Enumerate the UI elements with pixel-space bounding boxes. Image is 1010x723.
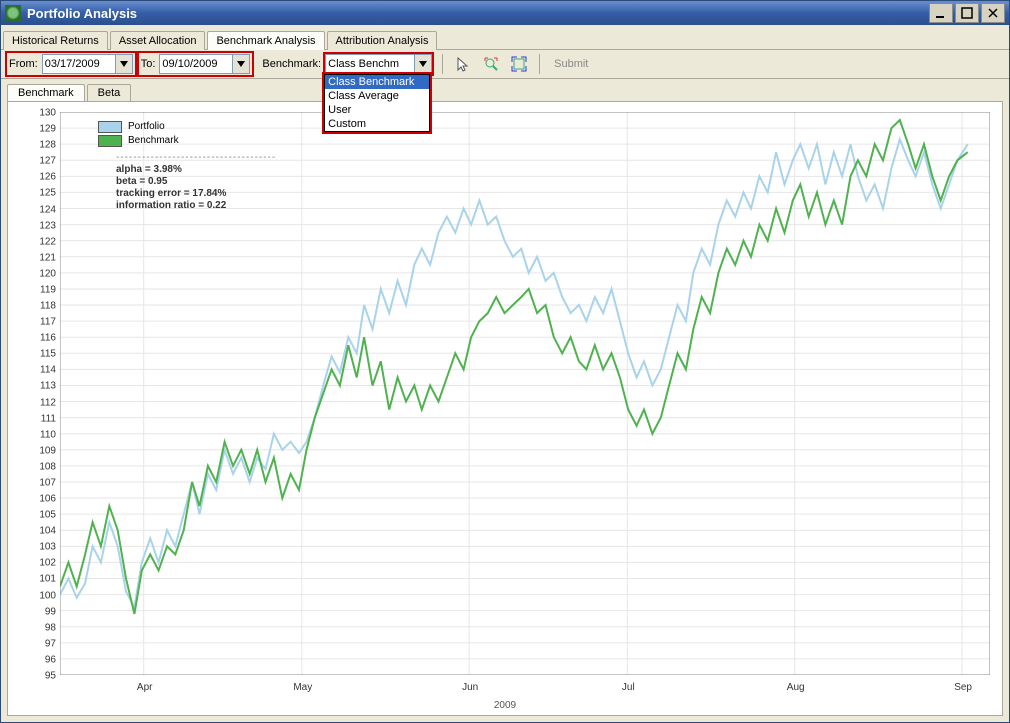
y-tick: 130 — [8, 108, 56, 119]
legend-swatch-benchmark — [98, 135, 122, 147]
legend-label-benchmark: Benchmark — [128, 134, 179, 148]
benchmark-option[interactable]: User — [325, 103, 429, 117]
y-tick: 111 — [8, 413, 56, 424]
y-tick: 95 — [8, 671, 56, 682]
from-label: From: — [9, 58, 38, 70]
y-tick: 101 — [8, 574, 56, 585]
to-input[interactable] — [160, 56, 232, 72]
window-title: Portfolio Analysis — [27, 6, 137, 21]
benchmark-option[interactable]: Class Benchmark — [325, 75, 429, 89]
chart-stats: ------------------------------------- al… — [116, 152, 276, 212]
subtab-benchmark[interactable]: Benchmark — [7, 84, 85, 101]
y-tick: 112 — [8, 397, 56, 408]
to-group: To: — [139, 53, 253, 75]
y-tick: 121 — [8, 252, 56, 263]
benchmark-option[interactable]: Class Average — [325, 89, 429, 103]
sub-tabs: BenchmarkBeta — [1, 79, 1009, 101]
tab-historical-returns[interactable]: Historical Returns — [3, 31, 108, 50]
y-tick: 128 — [8, 140, 56, 151]
benchmark-dropdown-icon[interactable] — [414, 55, 431, 73]
y-tick: 107 — [8, 477, 56, 488]
x-tick: Aug — [787, 682, 805, 693]
toolbar-separator — [442, 54, 443, 74]
y-tick: 117 — [8, 317, 56, 328]
y-tick: 118 — [8, 301, 56, 312]
fit-window-icon[interactable] — [507, 52, 531, 76]
maximize-button[interactable] — [955, 3, 979, 23]
x-axis-year: 2009 — [8, 700, 1002, 711]
y-tick: 100 — [8, 590, 56, 601]
y-tick: 114 — [8, 365, 56, 376]
x-tick: Jul — [622, 682, 635, 693]
y-tick: 122 — [8, 236, 56, 247]
close-button[interactable] — [981, 3, 1005, 23]
zoom-area-icon[interactable] — [479, 52, 503, 76]
from-group: From: — [7, 53, 135, 75]
tab-asset-allocation[interactable]: Asset Allocation — [110, 31, 206, 50]
y-tick: 103 — [8, 542, 56, 553]
y-tick: 129 — [8, 124, 56, 135]
toolbar-separator-2 — [539, 54, 540, 74]
from-dropdown-icon[interactable] — [115, 55, 132, 73]
x-tick: Jun — [462, 682, 478, 693]
pointer-tool-icon[interactable] — [451, 52, 475, 76]
y-tick: 108 — [8, 461, 56, 472]
y-tick: 102 — [8, 558, 56, 569]
y-tick: 99 — [8, 606, 56, 617]
legend: Portfolio Benchmark — [98, 120, 179, 148]
y-tick: 97 — [8, 638, 56, 649]
y-tick: 96 — [8, 654, 56, 665]
y-tick: 98 — [8, 622, 56, 633]
titlebar: Portfolio Analysis — [1, 1, 1009, 25]
from-datebox[interactable] — [42, 54, 133, 74]
tab-attribution-analysis[interactable]: Attribution Analysis — [327, 31, 438, 50]
x-tick: Apr — [137, 682, 153, 693]
y-tick: 113 — [8, 381, 56, 392]
y-tick: 125 — [8, 188, 56, 199]
from-input[interactable] — [43, 56, 115, 72]
app-icon — [5, 5, 21, 21]
y-tick: 109 — [8, 445, 56, 456]
y-tick: 104 — [8, 526, 56, 537]
subtab-beta[interactable]: Beta — [87, 84, 132, 101]
x-tick: May — [293, 682, 312, 693]
y-tick: 105 — [8, 510, 56, 521]
minimize-button[interactable] — [929, 3, 953, 23]
y-tick: 126 — [8, 172, 56, 183]
chart-area: 95 96 97 98 99 100 101 102 103 104 105 106 107 108 109… — [7, 101, 1003, 716]
tab-benchmark-analysis[interactable]: Benchmark Analysis — [207, 31, 324, 50]
submit-button[interactable]: Submit — [548, 56, 594, 72]
legend-swatch-portfolio — [98, 121, 122, 133]
y-tick: 124 — [8, 204, 56, 215]
benchmark-dropdown[interactable]: Class BenchmarkClass AverageUserCustom — [324, 74, 430, 132]
y-tick: 119 — [8, 284, 56, 295]
toolbar: From: To: Benchmark: Class BenchmarkClas… — [1, 50, 1009, 79]
y-tick: 110 — [8, 429, 56, 440]
x-tick: Sep — [954, 682, 972, 693]
to-datebox[interactable] — [159, 54, 250, 74]
legend-label-portfolio: Portfolio — [128, 120, 165, 134]
y-tick: 115 — [8, 349, 56, 360]
benchmark-option[interactable]: Custom — [325, 117, 429, 131]
benchmark-input[interactable] — [326, 56, 414, 72]
y-tick: 127 — [8, 156, 56, 167]
to-dropdown-icon[interactable] — [232, 55, 249, 73]
y-tick: 123 — [8, 220, 56, 231]
y-tick: 120 — [8, 268, 56, 279]
y-tick: 106 — [8, 494, 56, 505]
to-label: To: — [141, 58, 156, 70]
y-tick: 116 — [8, 333, 56, 344]
main-tabs: Historical ReturnsAsset AllocationBenchm… — [1, 25, 1009, 50]
benchmark-label: Benchmark: — [262, 58, 321, 70]
portfolio-analysis-window: Portfolio Analysis Historical ReturnsAss… — [0, 0, 1010, 723]
benchmark-combo[interactable]: Class BenchmarkClass AverageUserCustom — [325, 54, 432, 74]
